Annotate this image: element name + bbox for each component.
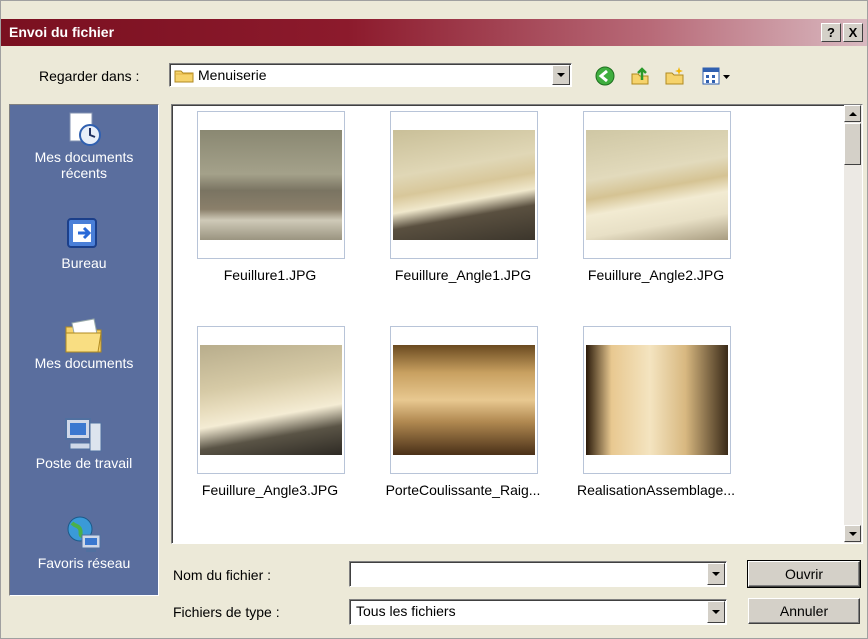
filetype-dropdown-button[interactable] — [707, 601, 725, 623]
cancel-button[interactable]: Annuler — [748, 598, 860, 624]
place-my-computer[interactable]: Poste de travail — [10, 415, 158, 471]
file-name[interactable]: PorteCoulissante_Raig... — [368, 482, 558, 498]
up-folder-icon[interactable] — [629, 65, 651, 87]
place-label: Poste de travail — [35, 455, 133, 471]
file-thumbnail[interactable] — [583, 326, 731, 474]
place-label: Favoris réseau — [37, 555, 131, 571]
scroll-up-button[interactable] — [844, 105, 861, 122]
scroll-down-button[interactable] — [844, 525, 861, 542]
close-button[interactable]: X — [843, 23, 863, 42]
chevron-down-icon — [712, 610, 720, 614]
file-thumbnail[interactable] — [390, 326, 538, 474]
place-my-documents[interactable]: Mes documents — [10, 315, 158, 371]
place-label: Mes documents — [34, 149, 134, 165]
filename-label: Nom du fichier : — [173, 567, 272, 583]
new-folder-icon[interactable] — [664, 65, 686, 87]
file-image — [586, 130, 728, 240]
file-thumbnail[interactable] — [197, 326, 345, 474]
view-menu-icon[interactable] — [700, 65, 734, 87]
file-name[interactable]: Feuillure_Angle1.JPG — [368, 267, 558, 283]
desktop-icon — [64, 215, 104, 251]
my-documents-icon — [64, 315, 104, 353]
title-bar[interactable]: Envoi du fichier ? X — [1, 19, 867, 46]
file-thumbnail[interactable] — [197, 111, 345, 259]
lookin-label: Regarder dans : — [39, 68, 140, 84]
place-label: Mes documents — [34, 355, 134, 371]
place-recent-documents[interactable]: Mes documents récents — [10, 109, 158, 181]
lookin-combo[interactable]: Menuiserie — [169, 63, 572, 87]
file-image — [393, 130, 535, 240]
filetype-select[interactable]: Tous les fichiers — [349, 599, 727, 625]
my-computer-icon — [64, 415, 104, 452]
recent-documents-icon — [64, 109, 104, 146]
help-button[interactable]: ? — [821, 23, 841, 42]
filename-field[interactable] — [349, 561, 727, 587]
chevron-down-icon — [557, 73, 565, 77]
file-name[interactable]: Feuillure1.JPG — [175, 267, 365, 283]
scroll-thumb[interactable] — [844, 123, 861, 165]
filetype-label: Fichiers de type : — [173, 604, 280, 620]
filename-dropdown-button[interactable] — [707, 563, 725, 585]
file-dialog: Envoi du fichier ? X Regarder dans : Men… — [0, 0, 868, 639]
file-thumbnail[interactable] — [390, 111, 538, 259]
vertical-scrollbar[interactable] — [844, 105, 862, 543]
filetype-value: Tous les fichiers — [356, 603, 456, 619]
file-name[interactable]: Feuillure_Angle3.JPG — [175, 482, 365, 498]
chevron-up-icon — [848, 111, 857, 116]
folder-icon — [174, 68, 194, 86]
chevron-down-icon — [712, 572, 720, 576]
place-network[interactable]: Favoris réseau — [10, 515, 158, 571]
network-places-icon — [64, 515, 104, 552]
file-name[interactable]: RealisationAssemblage... — [561, 482, 751, 498]
file-thumbnail[interactable] — [583, 111, 731, 259]
place-label: Bureau — [61, 255, 107, 271]
back-icon[interactable] — [594, 65, 616, 87]
place-desktop[interactable]: Bureau — [10, 215, 158, 271]
file-image — [200, 345, 342, 455]
file-image — [393, 345, 535, 455]
window-title: Envoi du fichier — [9, 24, 115, 40]
open-button[interactable]: Ouvrir — [747, 560, 861, 588]
lookin-dropdown-button[interactable] — [552, 65, 570, 85]
file-image — [586, 345, 728, 455]
places-bar: Mes documents récents Bureau Mes documen… — [9, 104, 159, 596]
lookin-folder-name: Menuiserie — [198, 67, 267, 83]
place-label-line2: récents — [61, 165, 107, 181]
chevron-down-icon — [848, 531, 857, 536]
file-list: Feuillure1.JPG Feuillure_Angle1.JPG Feui… — [171, 104, 863, 544]
file-image — [200, 130, 342, 240]
file-name[interactable]: Feuillure_Angle2.JPG — [561, 267, 751, 283]
